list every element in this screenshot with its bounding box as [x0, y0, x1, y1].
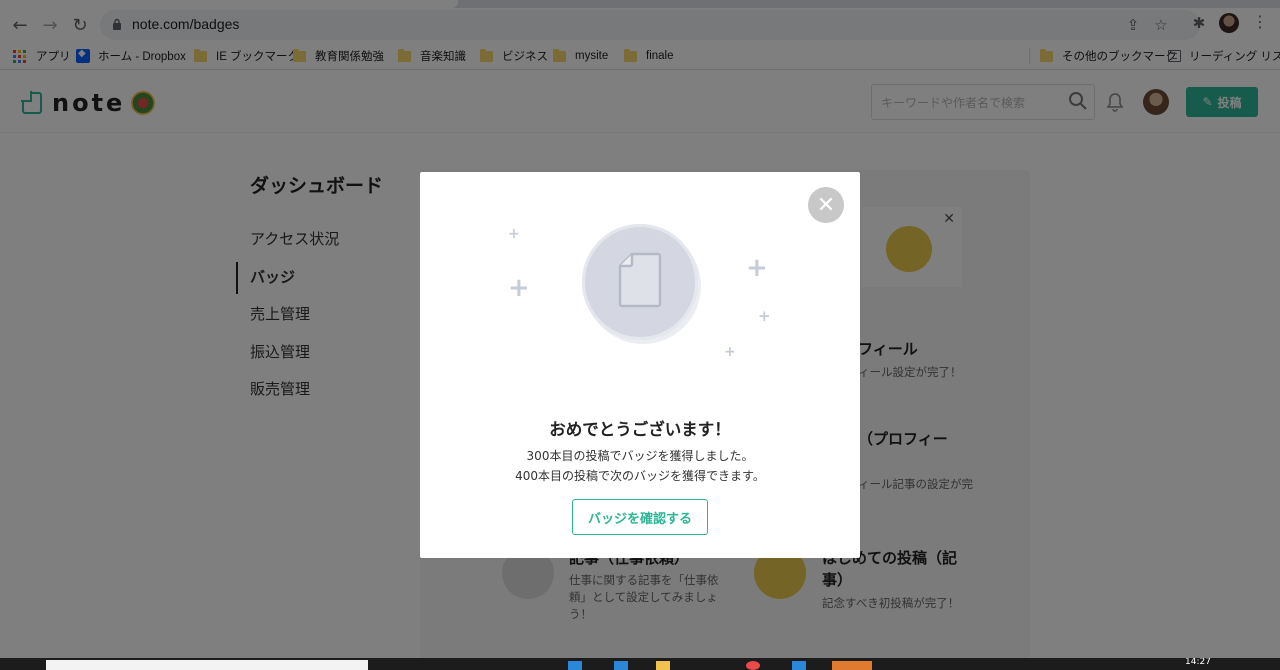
sparkle-icon: + [758, 307, 771, 325]
document-icon [618, 252, 662, 308]
sparkle-icon: + [746, 253, 768, 283]
chrome-icon[interactable] [746, 661, 760, 670]
sparkle-icon: + [724, 344, 736, 360]
close-modal-button[interactable]: ✕ [808, 187, 844, 223]
taskbar-app-icon[interactable] [832, 661, 872, 670]
taskbar-app-icon[interactable] [568, 661, 582, 670]
post-count-badge-icon [582, 224, 698, 340]
modal-title: おめでとうございます！ [549, 420, 731, 439]
taskbar-app-icon[interactable] [792, 661, 806, 670]
clock: 14:27 [1185, 658, 1211, 667]
taskbar-search[interactable] [46, 660, 368, 670]
taskbar-app-icon[interactable] [614, 661, 628, 670]
sparkle-icon: + [508, 273, 530, 303]
taskbar: 14:27 [0, 658, 1280, 670]
badge-modal: ✕ + + + + + おめでとうございます！ 300本目の投稿でバッジを獲得し… [420, 172, 860, 558]
close-icon: ✕ [816, 192, 836, 218]
view-badge-button[interactable]: バッジを確認する [572, 499, 708, 535]
modal-message-1: 300本目の投稿でバッジを獲得しました。 [526, 449, 754, 463]
sparkle-icon: + [508, 226, 520, 242]
modal-message-2: 400本目の投稿で次のバッジを獲得できます。 [515, 469, 765, 483]
folder-icon[interactable] [656, 661, 670, 670]
